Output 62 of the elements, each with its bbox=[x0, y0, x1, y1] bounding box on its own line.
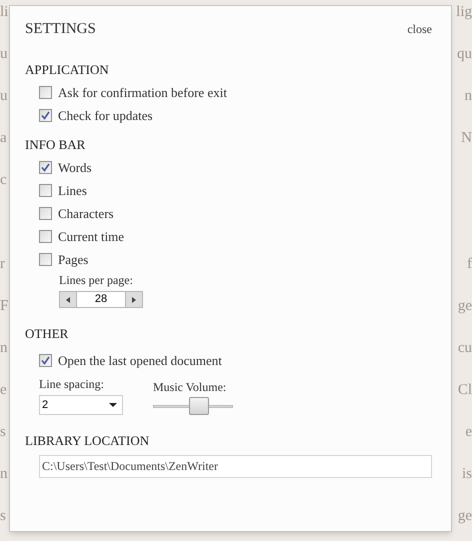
check-icon bbox=[41, 356, 50, 365]
document-text: cu bbox=[458, 339, 472, 358]
section-heading: LIBRARY LOCATION bbox=[25, 432, 150, 450]
document-text: Cl bbox=[458, 381, 472, 400]
document-text: f bbox=[467, 255, 472, 274]
number-spinner[interactable]: 28 bbox=[59, 291, 143, 308]
checkbox-label: Characters bbox=[58, 204, 114, 223]
close-button[interactable]: close bbox=[407, 20, 432, 38]
library-path-field[interactable]: C:\Users\Test\Documents\ZenWriter bbox=[39, 455, 432, 478]
section-heading: INFO BAR bbox=[25, 136, 86, 154]
volume-slider[interactable] bbox=[153, 397, 233, 415]
document-text: qu bbox=[457, 45, 472, 64]
check-icon bbox=[41, 111, 50, 120]
spinner-value: 28 bbox=[94, 292, 108, 307]
document-text: n bbox=[464, 87, 472, 106]
document-text: s bbox=[0, 507, 6, 526]
document-text: e bbox=[0, 381, 7, 400]
document-text: n bbox=[0, 339, 8, 358]
document-text: a bbox=[0, 129, 7, 148]
checkbox-label: Lines bbox=[58, 182, 87, 200]
checkbox[interactable] bbox=[39, 354, 52, 367]
checkbox-label: Current time bbox=[58, 228, 124, 246]
document-text: r bbox=[0, 255, 5, 274]
left-arrow-icon bbox=[66, 296, 70, 302]
section-heading: OTHER bbox=[25, 325, 70, 343]
checkbox-label: Pages bbox=[58, 250, 88, 269]
slider-thumb[interactable] bbox=[189, 397, 209, 415]
checkbox[interactable] bbox=[39, 184, 52, 197]
checkbox-label: Open the last opened document bbox=[58, 352, 222, 370]
checkbox[interactable] bbox=[39, 253, 52, 266]
document-text: N bbox=[461, 129, 472, 148]
checkbox[interactable] bbox=[39, 161, 52, 174]
checkbox[interactable] bbox=[39, 230, 52, 243]
settings-title: SETTINGS bbox=[25, 20, 96, 39]
document-text: li bbox=[0, 3, 8, 22]
line-spacing-dropdown[interactable]: 2 bbox=[39, 395, 123, 415]
document-text: e bbox=[465, 423, 472, 442]
increment-button[interactable] bbox=[125, 292, 142, 307]
field-label: Music Volume: bbox=[153, 379, 228, 396]
checkbox-label: Check for updates bbox=[58, 106, 153, 125]
document-text: s bbox=[0, 423, 6, 442]
checkbox[interactable] bbox=[39, 207, 52, 220]
section-heading: APPLICATION bbox=[25, 61, 110, 79]
document-text: u bbox=[0, 45, 8, 64]
checkbox-label: Words bbox=[58, 158, 92, 177]
right-arrow-icon bbox=[132, 296, 136, 302]
check-icon bbox=[41, 163, 50, 172]
field-label: Lines per page: bbox=[59, 272, 134, 289]
checkbox-label: Ask for confirmation before exit bbox=[58, 84, 227, 102]
decrement-button[interactable] bbox=[60, 292, 77, 307]
document-text: ge bbox=[458, 297, 472, 316]
document-text: c bbox=[0, 171, 7, 190]
caret-icon bbox=[109, 403, 117, 407]
document-text: n bbox=[0, 465, 8, 484]
document-text: is bbox=[462, 465, 472, 484]
document-text: ge bbox=[458, 507, 472, 526]
document-text: F bbox=[0, 297, 8, 316]
document-text: lig bbox=[456, 3, 472, 22]
checkbox[interactable] bbox=[39, 86, 52, 99]
field-label: Line spacing: bbox=[39, 376, 105, 393]
document-text: u bbox=[0, 87, 8, 106]
checkbox[interactable] bbox=[39, 109, 52, 122]
